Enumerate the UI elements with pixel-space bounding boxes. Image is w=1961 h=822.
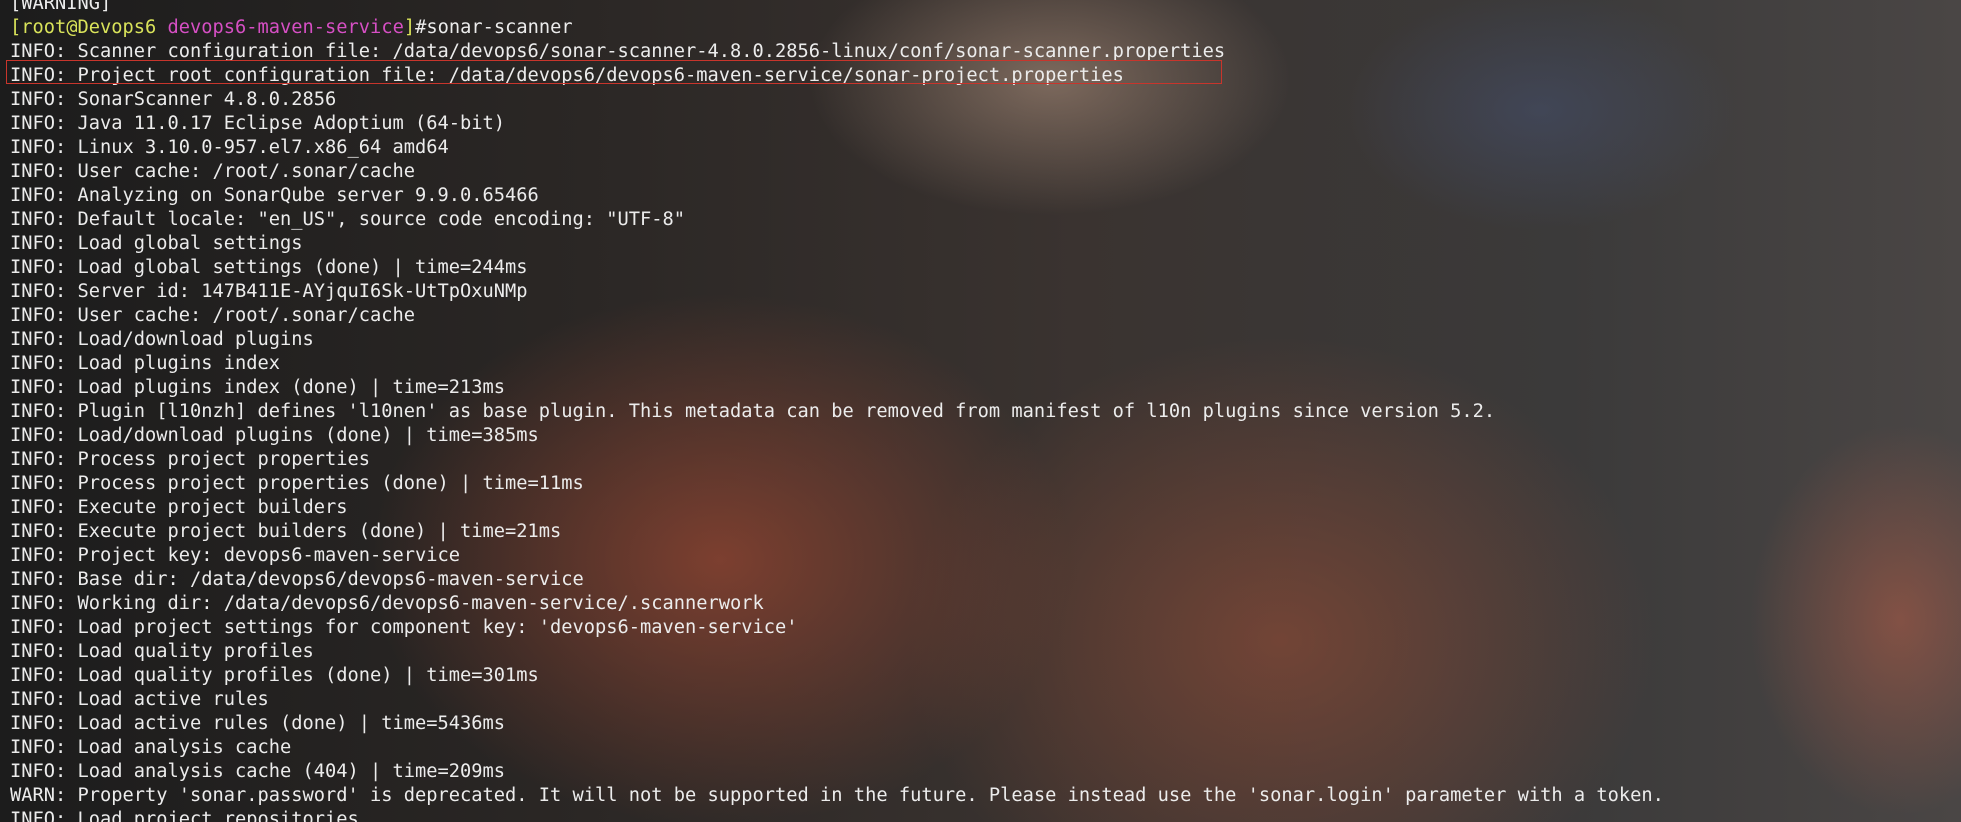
- terminal-line: INFO: Load global settings (done) | time…: [10, 257, 528, 278]
- terminal-line: INFO: Linux 3.10.0-957.el7.x86_64 amd64: [10, 137, 449, 158]
- terminal-line: INFO: Working dir: /data/devops6/devops6…: [10, 593, 764, 614]
- terminal-line: INFO: Analyzing on SonarQube server 9.9.…: [10, 185, 539, 206]
- prompt-close-bracket: ]: [403, 17, 416, 38]
- terminal-line: INFO: Process project properties (done) …: [10, 473, 584, 494]
- terminal-line-warn: WARN: Property 'sonar.password' is depre…: [10, 785, 1664, 806]
- terminal-line: INFO: Load quality profiles (done) | tim…: [10, 665, 539, 686]
- terminal-line: INFO: Plugin [l10nzh] defines 'l10nen' a…: [10, 401, 1496, 422]
- terminal-line: INFO: Execute project builders (done) | …: [10, 521, 562, 542]
- terminal-line: INFO: Load quality profiles: [10, 641, 314, 662]
- prompt-open-bracket: [: [10, 17, 22, 38]
- terminal-line-highlighted: INFO: Project root configuration file: /…: [10, 65, 1124, 86]
- terminal-line: INFO: Load analysis cache (404) | time=2…: [10, 761, 506, 782]
- terminal-line: INFO: Project key: devops6-maven-service: [10, 545, 461, 566]
- terminal-output: [WARNING] [root@Devops6 devops6-maven-se…: [10, 0, 1664, 822]
- terminal-line: INFO: Load plugins index: [10, 353, 281, 374]
- terminal-line: INFO: Load plugins index (done) | time=2…: [10, 377, 506, 398]
- terminal-line: INFO: Load analysis cache: [10, 737, 292, 758]
- terminal-line: INFO: Load project settings for componen…: [10, 617, 798, 638]
- terminal-line: INFO: User cache: /root/.sonar/cache: [10, 305, 416, 326]
- terminal-window[interactable]: [WARNING] [root@Devops6 devops6-maven-se…: [0, 0, 1961, 822]
- prompt-command: #sonar-scanner: [415, 17, 573, 38]
- terminal-line: INFO: Execute project builders: [10, 497, 348, 518]
- terminal-line: INFO: Default locale: "en_US", source co…: [10, 209, 686, 230]
- prompt-user-host: root@Devops6: [21, 17, 157, 38]
- terminal-line: INFO: Load active rules (done) | time=54…: [10, 713, 506, 734]
- terminal-line: INFO: Load active rules: [10, 689, 269, 710]
- terminal-line: INFO: Server id: 147B411E-AYjquI6Sk-UtTp…: [10, 281, 528, 302]
- prompt-path: devops6-maven-service: [167, 17, 404, 38]
- terminal-line: INFO: Java 11.0.17 Eclipse Adoptium (64-…: [10, 113, 506, 134]
- terminal-line: INFO: Scanner configuration file: /data/…: [10, 41, 1226, 62]
- terminal-line: INFO: Load project repositories: [10, 809, 359, 822]
- terminal-line: INFO: SonarScanner 4.8.0.2856: [10, 89, 337, 110]
- terminal-line: INFO: User cache: /root/.sonar/cache: [10, 161, 416, 182]
- terminal-line: INFO: Load/download plugins: [10, 329, 314, 350]
- shell-prompt-line: [root@Devops6 devops6-maven-service]#son…: [10, 16, 1664, 40]
- terminal-line: INFO: Load global settings: [10, 233, 303, 254]
- terminal-line: INFO: Load/download plugins (done) | tim…: [10, 425, 539, 446]
- terminal-line: INFO: Base dir: /data/devops6/devops6-ma…: [10, 569, 584, 590]
- terminal-line: INFO: Process project properties: [10, 449, 371, 470]
- terminal-line-warning: [WARNING]: [10, 0, 112, 14]
